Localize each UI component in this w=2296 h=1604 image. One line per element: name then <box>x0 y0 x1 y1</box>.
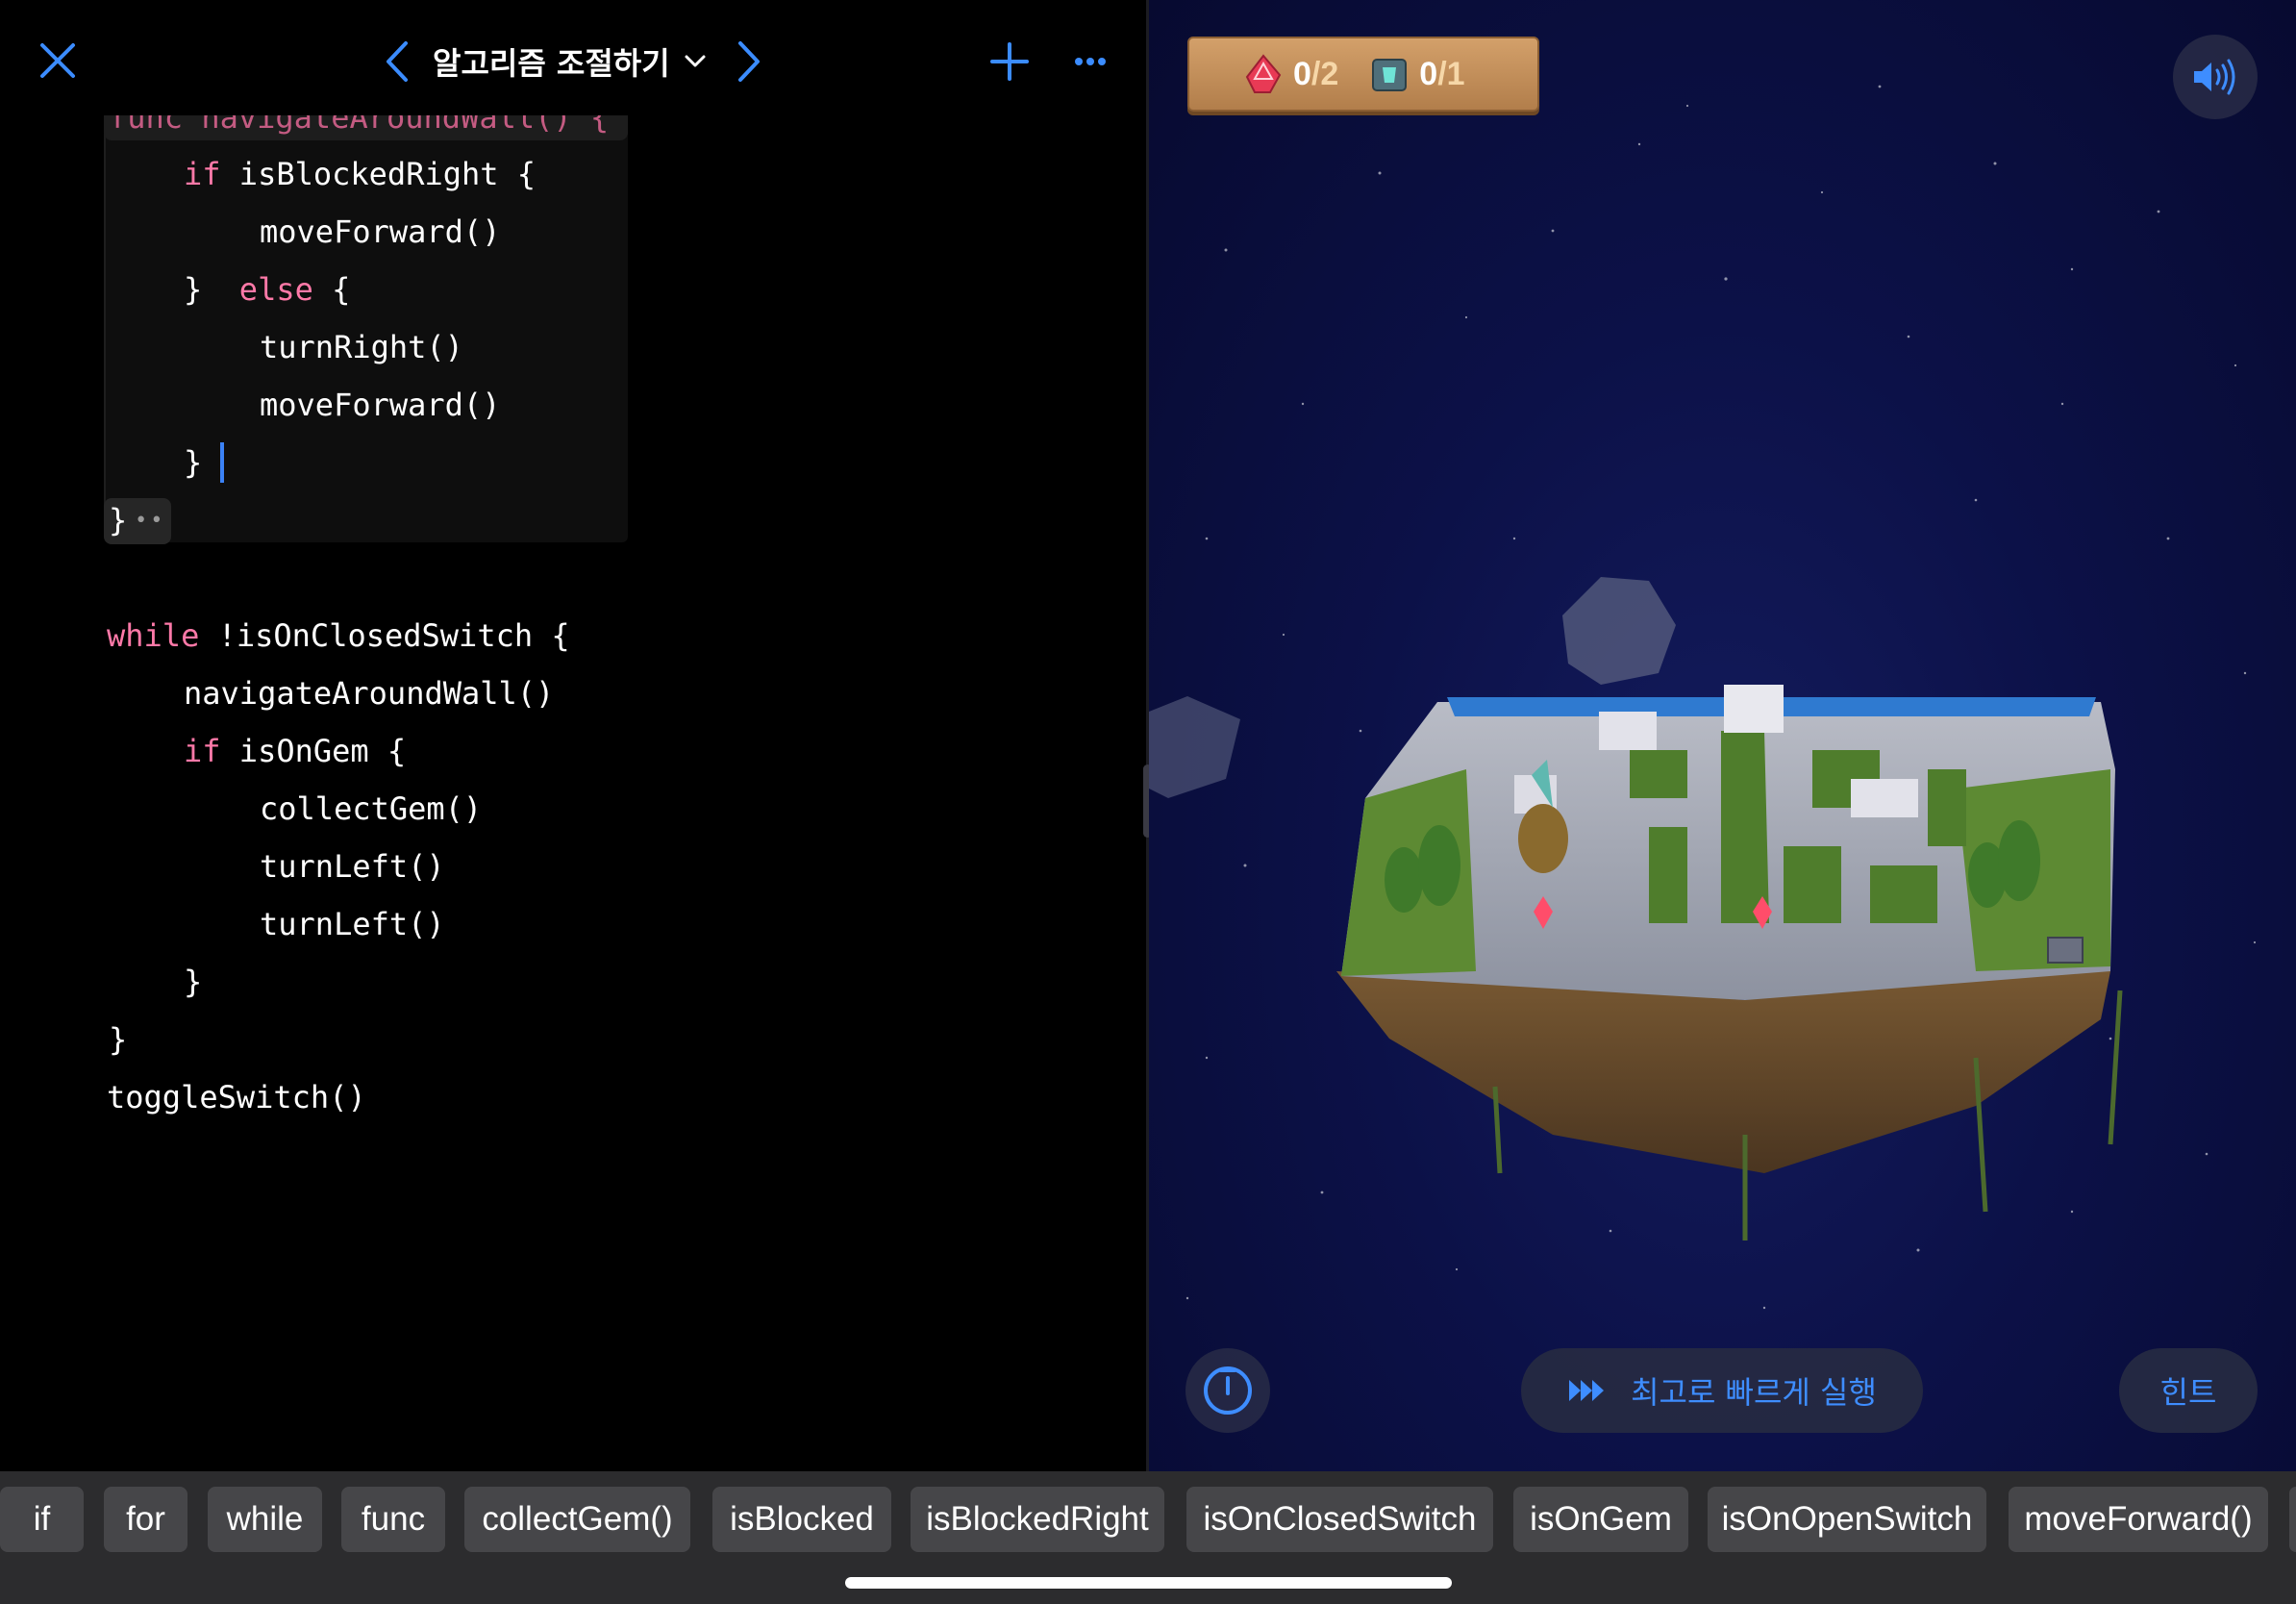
gems-total: /2 <box>1310 55 1339 92</box>
run-fastest-button[interactable]: 최고로 빠르게 실행 <box>1521 1348 1923 1433</box>
home-indicator[interactable] <box>845 1577 1452 1589</box>
shortcut-while[interactable]: while <box>208 1487 322 1552</box>
grass-wall <box>1649 827 1687 923</box>
code-line[interactable]: } <box>184 439 202 486</box>
more-icon <box>1075 58 1106 65</box>
shortcut-isonopenswitch[interactable]: isOnOpenSwitch <box>1708 1487 1986 1552</box>
code-line[interactable]: collectGem() <box>260 786 482 832</box>
byte-character[interactable] <box>1518 804 1568 873</box>
gem-icon <box>1245 54 1282 93</box>
grass-wall <box>1721 731 1769 923</box>
shortcut-isongem[interactable]: isOnGem <box>1513 1487 1688 1552</box>
switches-toggled: 0 <box>1419 55 1438 92</box>
gems-collected: 0 <box>1293 55 1311 92</box>
code-line[interactable]: } <box>109 1016 127 1063</box>
hint-button[interactable]: 힌트 <box>2119 1348 2258 1433</box>
code-editor-pane[interactable]: •• func navigateAroundWall() { if isBloc… <box>0 0 1146 1471</box>
bush <box>1998 820 2040 901</box>
next-page-button[interactable] <box>727 33 771 90</box>
gem-counter: 0/2 <box>1243 54 1338 94</box>
shortcut-collectgem[interactable]: collectGem() <box>464 1487 690 1552</box>
code-line[interactable]: turnLeft() <box>260 901 445 947</box>
grass-wall <box>1630 750 1687 798</box>
close-button[interactable] <box>29 29 87 92</box>
grass-wall <box>1870 865 1937 923</box>
code-line[interactable]: toggleSwitch() <box>107 1074 366 1120</box>
floating-rock <box>1562 577 1676 685</box>
speaker-icon <box>2194 59 2235 95</box>
switch-counter: 0/1 <box>1369 54 1465 94</box>
stone-block <box>1599 712 1657 750</box>
speedometer-icon <box>1204 1366 1252 1415</box>
bush <box>1385 847 1423 913</box>
puzzle-world[interactable] <box>1149 0 2296 1471</box>
floating-rock <box>1149 696 1240 798</box>
code-line[interactable]: moveForward() <box>260 382 500 428</box>
shortcut-isblocked[interactable]: isBlocked <box>712 1487 891 1552</box>
page-title: 알고리즘 조절하기 <box>433 45 670 82</box>
run-fastest-label: 최고로 빠르게 실행 <box>1631 1374 1877 1411</box>
shortcut-func[interactable]: func <box>341 1487 445 1552</box>
chevron-left-icon <box>387 41 408 82</box>
chevron-right-icon <box>738 41 760 82</box>
shortcut-moveforward[interactable]: moveForward() <box>2009 1487 2268 1552</box>
previous-page-button[interactable] <box>375 33 419 90</box>
more-button[interactable] <box>1065 31 1115 92</box>
close-icon <box>40 43 75 78</box>
sound-button[interactable] <box>2173 35 2258 119</box>
closed-switch[interactable] <box>2047 937 2084 964</box>
code-line[interactable]: } else { <box>184 266 350 313</box>
live-view-pane[interactable]: 0/2 0/1 최고로 빠르게 실행 힌트 <box>1149 0 2296 1471</box>
page-title-menu[interactable]: 알고리즘 조절하기 <box>433 35 707 88</box>
hint-label: 힌트 <box>2159 1374 2217 1411</box>
chevron-down-icon <box>685 55 706 67</box>
switches-total: /1 <box>1437 55 1465 92</box>
shortcut-overflow[interactable] <box>2289 1487 2296 1552</box>
grass-wall <box>1784 846 1841 923</box>
code-line[interactable]: if isOnGem { <box>184 728 406 774</box>
fold-dots-icon[interactable]: •• <box>135 502 166 540</box>
code-line[interactable]: while !isOnClosedSwitch { <box>107 613 570 659</box>
stone-block <box>1724 685 1784 733</box>
grass-wall <box>1928 769 1966 846</box>
shortcut-isblockedright[interactable]: isBlockedRight <box>911 1487 1164 1552</box>
bush <box>1418 825 1460 906</box>
code-line[interactable]: turnRight() <box>260 324 463 370</box>
shortcut-isonclosedswitch[interactable]: isOnClosedSwitch <box>1186 1487 1493 1552</box>
code-line[interactable]: } <box>184 959 202 1005</box>
stone-block <box>1851 779 1918 817</box>
editor-nav-bar: 알고리즘 조절하기 <box>0 0 1146 115</box>
code-line[interactable]: moveForward() <box>260 209 500 255</box>
add-button[interactable] <box>981 31 1038 92</box>
score-board: 0/2 0/1 <box>1187 37 1539 112</box>
code-editor[interactable]: •• func navigateAroundWall() { if isBloc… <box>0 0 1146 1471</box>
code-line[interactable]: turnLeft() <box>260 843 445 890</box>
code-line[interactable]: navigateAroundWall() <box>184 670 554 716</box>
switch-icon <box>1372 59 1408 91</box>
shortcut-if[interactable]: if <box>0 1487 84 1552</box>
code-line[interactable]: } <box>109 497 127 543</box>
plus-icon <box>990 42 1029 81</box>
code-line[interactable]: if isBlockedRight { <box>184 151 536 197</box>
speed-button[interactable] <box>1185 1348 1270 1433</box>
fast-forward-icon <box>1569 1380 1605 1401</box>
text-cursor <box>220 442 224 483</box>
shortcut-for[interactable]: for <box>104 1487 187 1552</box>
